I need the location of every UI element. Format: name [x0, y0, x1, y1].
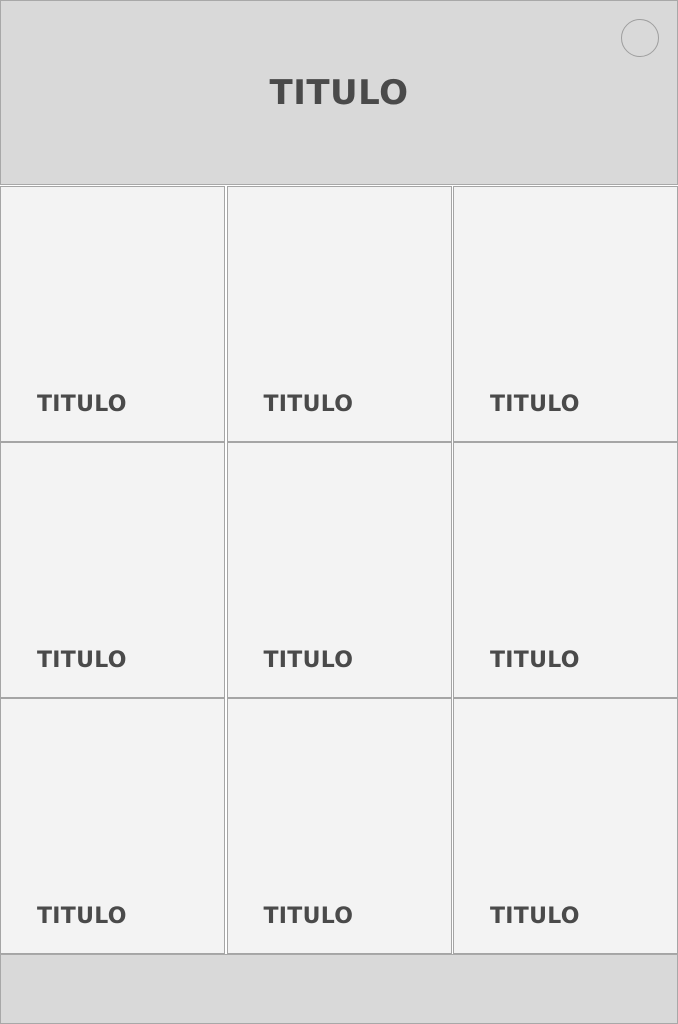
grid-tile-4[interactable]: TITULO — [0, 442, 225, 698]
tile-title: TITULO — [263, 904, 354, 929]
tile-title: TITULO — [37, 392, 127, 417]
tile-title: TITULO — [263, 392, 354, 417]
circle-button-icon[interactable] — [621, 19, 659, 57]
grid-tile-1[interactable]: TITULO — [0, 186, 225, 442]
grid-tile-7[interactable]: TITULO — [0, 698, 225, 954]
header-bar: TITULO — [0, 0, 678, 185]
grid-tile-6[interactable]: TITULO — [453, 442, 678, 698]
tile-title: TITULO — [490, 904, 580, 929]
grid-tile-3[interactable]: TITULO — [453, 186, 678, 442]
app-screen: TITULO TITULO TITULO TITULO TITULO TITUL… — [0, 0, 678, 1024]
footer-bar — [0, 954, 678, 1024]
tile-title: TITULO — [37, 904, 127, 929]
page-title: TITULO — [269, 72, 409, 113]
tile-title: TITULO — [37, 648, 127, 673]
tile-title: TITULO — [263, 648, 354, 673]
tile-title: TITULO — [490, 392, 580, 417]
tile-title: TITULO — [490, 648, 580, 673]
grid-tile-5[interactable]: TITULO — [226, 442, 452, 698]
grid-tile-8[interactable]: TITULO — [226, 698, 452, 954]
grid-tile-2[interactable]: TITULO — [226, 186, 452, 442]
tile-grid: TITULO TITULO TITULO TITULO TITULO TITUL… — [0, 186, 678, 954]
grid-tile-9[interactable]: TITULO — [453, 698, 678, 954]
